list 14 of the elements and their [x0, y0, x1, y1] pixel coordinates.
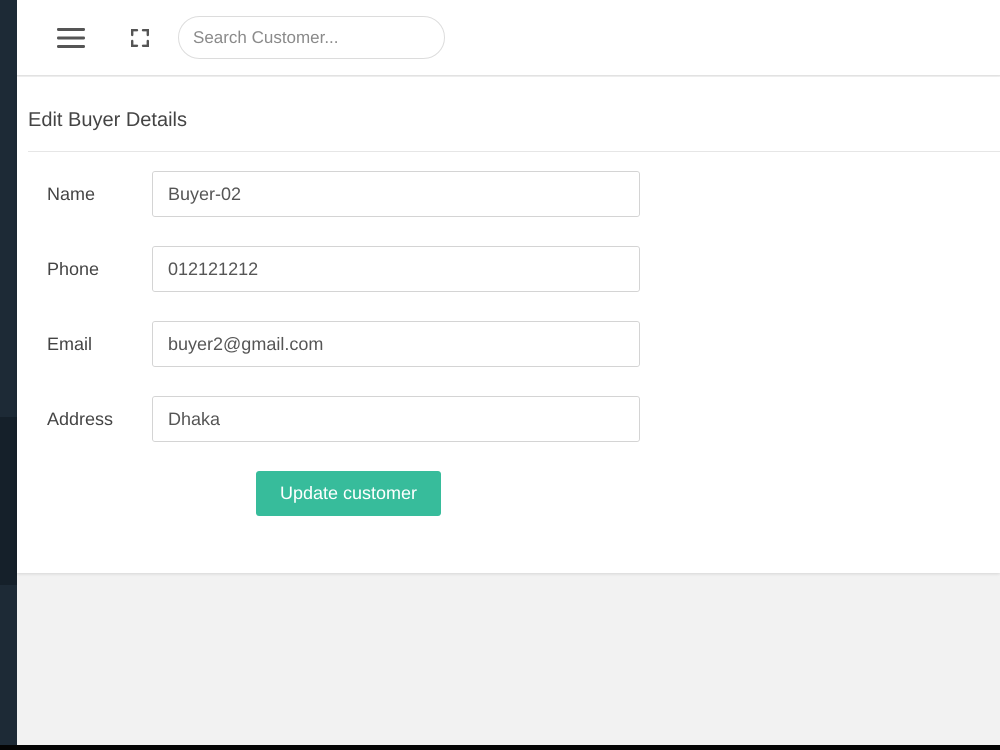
search-field[interactable]: Search Customer... — [178, 16, 445, 59]
fullscreen-button[interactable] — [131, 28, 149, 46]
input-field[interactable]: 012121212 — [152, 246, 640, 292]
card-title: Edit Buyer Details — [28, 108, 187, 132]
field-label: Phone — [47, 258, 100, 280]
field-label: Address — [47, 408, 114, 430]
menu-icon — [57, 28, 85, 48]
fullscreen-icon — [131, 28, 149, 46]
input-field[interactable]: Dhaka — [152, 396, 640, 442]
input-field[interactable]: Buyer-02 — [152, 171, 640, 217]
field-label: Email — [47, 334, 94, 354]
input-field[interactable]: buyer2@gmail.com — [152, 321, 640, 367]
field-label: Name — [47, 184, 96, 204]
menu-button[interactable] — [57, 28, 85, 48]
